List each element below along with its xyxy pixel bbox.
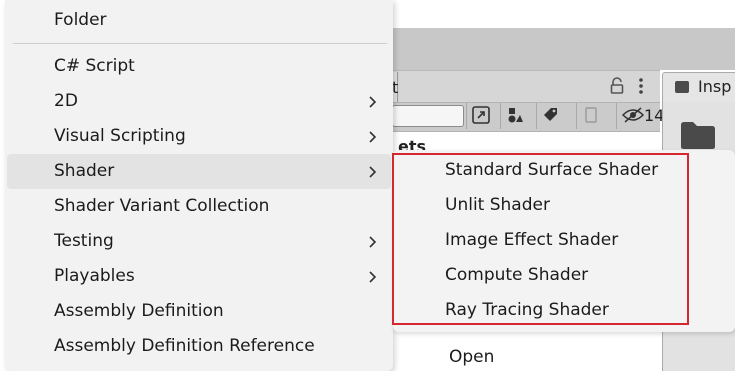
menu-item-testing[interactable]: Testing xyxy=(7,224,391,259)
folder-icon xyxy=(681,122,715,149)
filter-by-label-button[interactable] xyxy=(536,103,565,129)
menu-item-csharp-script[interactable]: C# Script xyxy=(7,49,391,84)
menu-item-label: Assembly Definition xyxy=(54,301,224,321)
inspector-tab-label: Insp xyxy=(698,77,732,96)
search-input[interactable] xyxy=(392,105,464,127)
menu-item-label: 2D xyxy=(54,91,78,111)
menu-item-shader-variant-collection[interactable]: Shader Variant Collection xyxy=(7,189,391,224)
inspector-icon xyxy=(675,81,689,93)
chevron-right-icon xyxy=(369,236,377,248)
menu-item-2d[interactable]: 2D xyxy=(7,84,391,119)
menu-item-playables[interactable]: Playables xyxy=(7,259,391,294)
editor-toolbar-strip xyxy=(390,28,735,70)
menu-item-assembly-definition-reference[interactable]: Assembly Definition Reference xyxy=(7,329,391,364)
open-menu-item[interactable]: Open xyxy=(449,347,494,367)
menu-item-label: C# Script xyxy=(54,56,135,76)
layout-icon xyxy=(472,106,490,124)
menu-item-shader[interactable]: Shader xyxy=(7,154,391,189)
menu-item-visual-scripting[interactable]: Visual Scripting xyxy=(7,119,391,154)
annotation-highlight-box xyxy=(392,153,689,325)
menu-item-label: Shader Variant Collection xyxy=(54,196,270,216)
menu-item-label: Playables xyxy=(54,266,135,286)
filter-by-type-button[interactable] xyxy=(500,103,529,129)
favorite-button[interactable] xyxy=(576,103,605,129)
chevron-right-icon xyxy=(369,166,377,178)
menu-item-label: Assembly Definition Reference xyxy=(54,336,315,356)
bookmark-icon xyxy=(585,107,597,123)
search-by-type-button[interactable] xyxy=(466,103,495,129)
create-context-menu: Folder C# Script 2D Visual Scripting Sha… xyxy=(5,0,393,371)
chevron-right-icon xyxy=(369,96,377,108)
eye-slash-icon xyxy=(622,107,644,123)
toggle-hidden-packages-button[interactable] xyxy=(616,103,645,129)
menu-separator xyxy=(13,43,387,44)
lock-icon[interactable] xyxy=(609,77,625,95)
shapes-icon xyxy=(508,108,523,123)
menu-item-folder[interactable]: Folder xyxy=(7,3,391,38)
menu-item-label: Folder xyxy=(54,10,107,30)
menu-item-label: Shader xyxy=(54,161,115,181)
more-options-icon[interactable] xyxy=(636,77,646,95)
menu-item-label: Visual Scripting xyxy=(54,126,186,146)
chevron-right-icon xyxy=(369,131,377,143)
tag-icon xyxy=(544,108,557,121)
chevron-right-icon xyxy=(369,271,377,283)
menu-item-assembly-definition[interactable]: Assembly Definition xyxy=(7,294,391,329)
menu-item-label: Testing xyxy=(54,231,114,251)
